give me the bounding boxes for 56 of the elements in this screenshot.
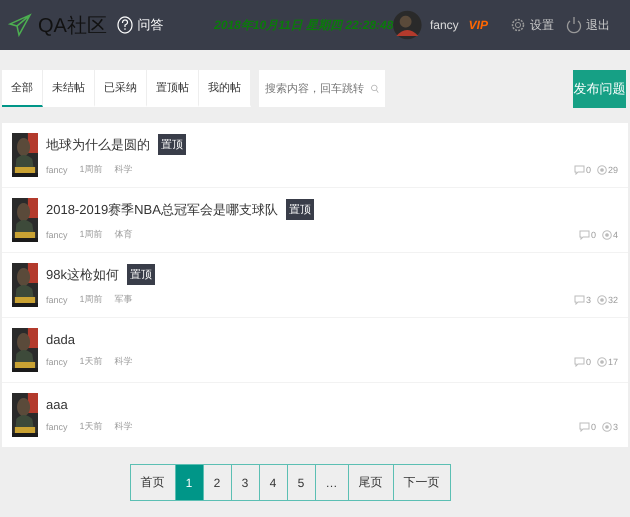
- page-button[interactable]: 尾页: [348, 464, 392, 501]
- page-button[interactable]: 4: [258, 464, 286, 501]
- page-button[interactable]: 首页: [130, 464, 174, 501]
- post-title[interactable]: 98k这枪如何: [46, 266, 119, 284]
- paper-plane-icon: [8, 13, 32, 37]
- datetime: 2018年10月11日 星期四 22:28:48: [214, 16, 394, 34]
- page-button[interactable]: 3: [230, 464, 258, 501]
- question-icon: [117, 16, 134, 34]
- avatar[interactable]: [393, 8, 422, 42]
- post-time: 1周前: [80, 228, 103, 241]
- page-button[interactable]: 1: [174, 464, 202, 501]
- view-count: 3: [612, 422, 618, 432]
- pinned-tag: 置顶: [158, 134, 186, 155]
- post-time: 1周前: [80, 293, 103, 306]
- page-button[interactable]: …: [314, 464, 348, 501]
- view-count: 32: [608, 294, 618, 304]
- post-title[interactable]: aaa: [46, 397, 68, 412]
- nav-link[interactable]: 问答: [117, 16, 214, 34]
- comment-count: 0: [586, 164, 591, 174]
- eye-icon: [602, 422, 612, 432]
- comment-icon: [574, 294, 585, 304]
- power-icon: [566, 16, 582, 34]
- post-time: 1周前: [80, 163, 103, 176]
- settings-icon: [510, 17, 526, 33]
- post-title[interactable]: 2018-2019赛季NBA总冠军会是哪支球队: [46, 200, 278, 218]
- filter-tab[interactable]: 全部: [2, 70, 43, 107]
- pinned-tag: 置顶: [286, 199, 314, 220]
- comment-icon: [578, 230, 590, 240]
- page-button[interactable]: 5: [286, 464, 314, 501]
- eye-icon: [596, 294, 607, 304]
- comment-count: 0: [586, 356, 591, 366]
- pinned-tag: 置顶: [126, 264, 155, 285]
- eye-icon: [596, 356, 607, 366]
- search-icon: [371, 82, 379, 94]
- view-count: 4: [612, 230, 618, 240]
- comment-count: 3: [586, 294, 591, 304]
- vip-label: VIP: [468, 18, 488, 32]
- post-title[interactable]: dada: [46, 332, 75, 347]
- eye-icon: [602, 230, 612, 240]
- comment-icon: [574, 356, 585, 366]
- page-button[interactable]: 2: [202, 464, 230, 501]
- comment-count: 0: [590, 230, 596, 240]
- post-title[interactable]: 地球为什么是圆的: [46, 136, 150, 154]
- post-time: 1天前: [80, 355, 103, 368]
- page-button[interactable]: 下一页: [392, 464, 450, 501]
- settings-link[interactable]: 设置: [510, 16, 554, 34]
- comment-count: 0: [590, 422, 596, 432]
- view-count: 29: [608, 164, 618, 174]
- view-count: 17: [608, 356, 618, 366]
- post-time: 1天前: [80, 420, 103, 433]
- comment-icon: [578, 422, 590, 432]
- eye-icon: [596, 164, 607, 174]
- search-field[interactable]: 搜索内容，回车跳转: [259, 70, 385, 107]
- comment-icon: [574, 164, 585, 174]
- logout-link[interactable]: 退出: [566, 16, 610, 34]
- username[interactable]: fancy: [430, 18, 459, 32]
